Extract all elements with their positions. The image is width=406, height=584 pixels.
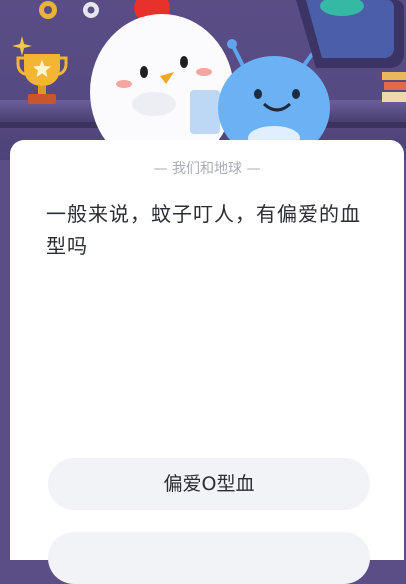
quiz-category: — 我们和地球 — [153, 161, 261, 177]
header-illustration [0, 0, 406, 160]
gear-icon [39, 1, 57, 19]
trophy-icon [16, 54, 68, 104]
question-text: 一般来说，蚊子叮人，有偏爱的血型吗 [46, 202, 361, 258]
answer-option-1[interactable]: 偏爱O型血 [48, 458, 370, 510]
books-icon [382, 72, 406, 102]
answer-option-2[interactable] [48, 532, 370, 584]
globe-icon [296, 0, 404, 68]
quiz-card: — 我们和地球 — 一般来说，蚊子叮人，有偏爱的血型吗 偏爱O型血 [10, 140, 404, 584]
